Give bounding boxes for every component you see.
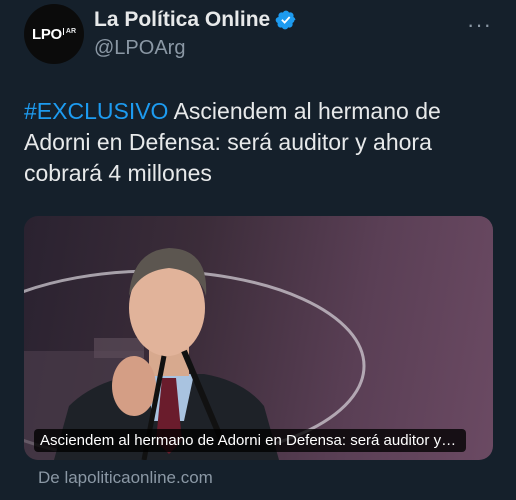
display-name[interactable]: La Política Online [94,8,270,32]
link-card[interactable]: Asciendem al hermano de Adorni en Defens… [24,216,493,460]
hashtag-link[interactable]: #EXCLUSIVO [24,98,168,124]
card-caption: Asciendem al hermano de Adorni en Defens… [34,429,466,452]
more-icon[interactable]: ··· [467,12,492,38]
tweet-text: #EXCLUSIVO Asciendem al hermano de Adorn… [24,96,494,189]
avatar[interactable]: LPO AR [24,4,84,64]
avatar-logo-sup: AR [62,27,76,35]
card-photo [24,248,366,460]
name-row: La Política Online [94,8,297,32]
handle[interactable]: @LPOArg [94,37,185,60]
avatar-logo-text: LPO [31,25,62,43]
verified-badge-icon [275,10,296,30]
card-source[interactable]: De lapoliticaonline.com [38,468,213,488]
tweet-header: LPO AR La Política Online @LPOArg ··· [24,4,494,64]
